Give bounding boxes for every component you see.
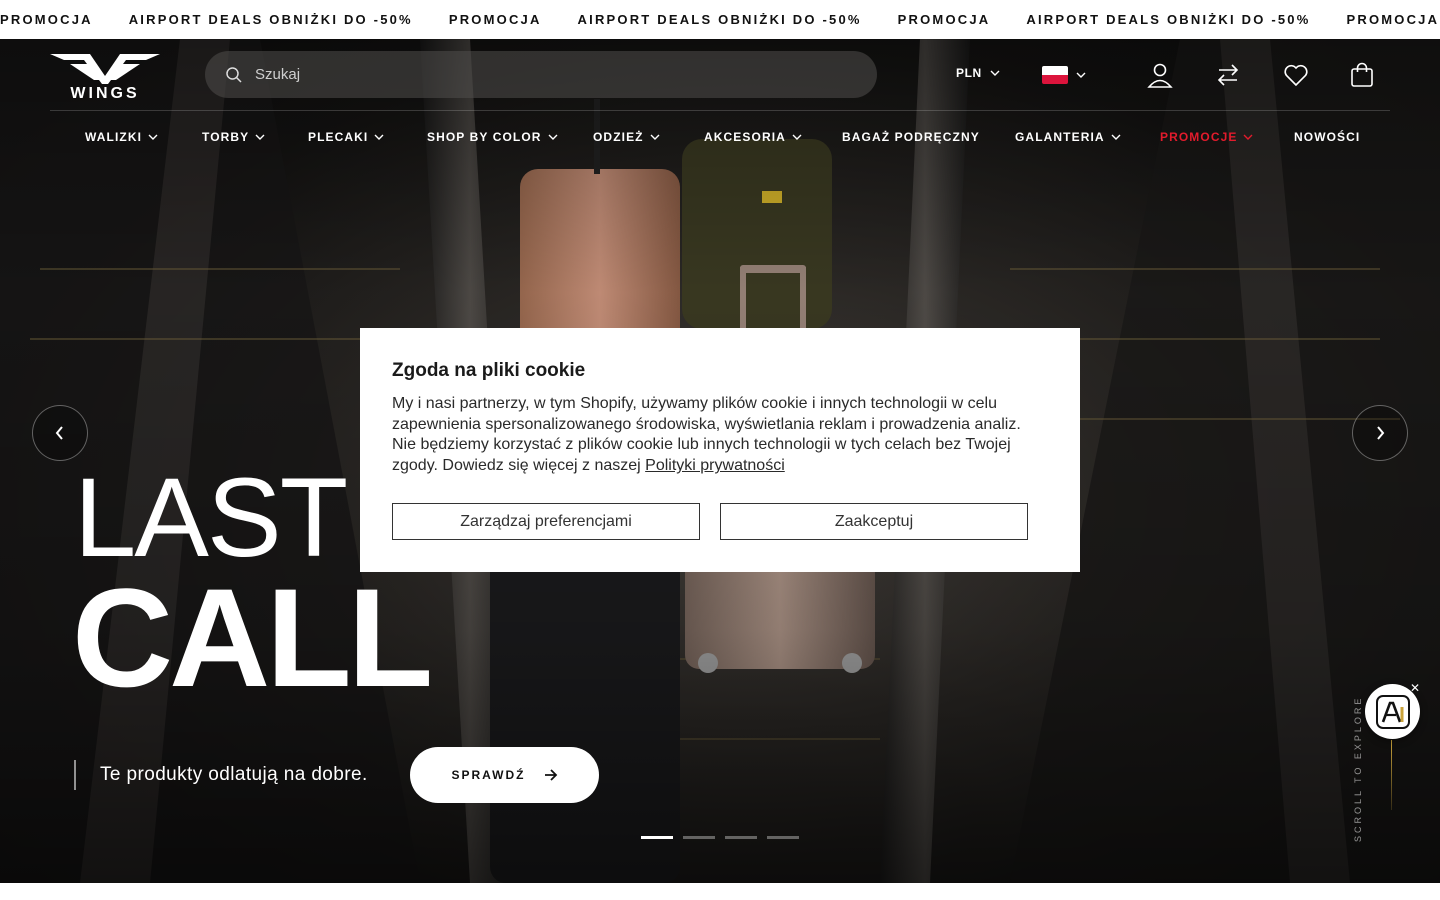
search-icon	[226, 66, 242, 83]
nav-item-label: PROMOCJE	[1160, 130, 1238, 144]
slider-dot[interactable]	[725, 836, 757, 839]
chevron-down-icon	[374, 134, 384, 140]
nav-item-6[interactable]: BAGAŻ PODRĘCZNY	[842, 130, 980, 144]
search-input[interactable]	[255, 66, 815, 83]
promo-ticker-track: PROMOCJA AIRPORT DEALS OBNIŻKI DO -50% PRO…	[0, 0, 1440, 39]
chevron-down-icon	[548, 134, 558, 140]
hero-tagline: Te produkty odlatują na dobre.	[100, 764, 368, 785]
promo-ticker-item: PROMOCJA	[1346, 12, 1440, 27]
nav-item-label: AKCESORIA	[704, 130, 786, 144]
ai-icon	[1375, 694, 1410, 729]
chevron-down-icon	[650, 134, 660, 140]
chevron-down-icon	[1111, 134, 1121, 140]
nav-item-label: BAGAŻ PODRĘCZNY	[842, 130, 980, 144]
promo-ticker-item: PROMOCJA	[448, 12, 542, 27]
logo-text: WINGS	[70, 85, 139, 100]
promo-ticker-item: AIRPORT DEALS OBNIŻKI DO -50%	[128, 12, 413, 27]
ai-close-icon[interactable]: ✕	[1410, 682, 1422, 694]
scroll-hint-line	[1391, 740, 1392, 810]
slider-next-button[interactable]	[1352, 405, 1408, 461]
chevron-down-icon	[792, 134, 802, 140]
nav-item-2[interactable]: PLECAKI	[308, 130, 384, 144]
nav-item-label: TORBY	[202, 130, 250, 144]
promo-ticker-item: PROMOCJA	[897, 12, 991, 27]
chevron-down-icon	[990, 70, 1000, 76]
chevron-down-icon	[1076, 72, 1086, 78]
currency-label: PLN	[956, 66, 982, 80]
accept-cookies-button[interactable]: Zaakceptuj	[720, 503, 1028, 540]
cookie-title: Zgoda na pliki cookie	[392, 360, 586, 381]
heart-icon[interactable]	[1283, 62, 1309, 88]
slider-dot[interactable]	[767, 836, 799, 839]
manage-preferences-button[interactable]: Zarządzaj preferencjami	[392, 503, 700, 540]
promo-ticker-item: PROMOCJA	[0, 12, 93, 27]
tagline-divider	[74, 760, 76, 790]
cart-icon[interactable]	[1349, 62, 1375, 88]
chevron-down-icon	[1243, 134, 1253, 140]
promo-ticker-item: AIRPORT DEALS OBNIŻKI DO -50%	[1026, 12, 1311, 27]
chevron-left-icon	[55, 426, 63, 440]
nav-item-label: GALANTERIA	[1015, 130, 1105, 144]
nav-item-0[interactable]: WALIZKI	[85, 130, 158, 144]
nav-item-1[interactable]: TORBY	[202, 130, 265, 144]
search-bar[interactable]	[205, 51, 877, 98]
nav-item-label: NOWOŚCI	[1294, 130, 1361, 144]
nav-item-label: SHOP BY COLOR	[427, 130, 542, 144]
nav-item-7[interactable]: GALANTERIA	[1015, 130, 1121, 144]
slider-prev-button[interactable]	[32, 405, 88, 461]
nav-item-label: PLECAKI	[308, 130, 369, 144]
nav-item-4[interactable]: ODZIEŻ	[593, 130, 660, 144]
header-divider	[50, 110, 1390, 111]
nav-item-8[interactable]: PROMOCJE	[1160, 130, 1253, 144]
slider-dot[interactable]	[641, 836, 673, 839]
slider-dot[interactable]	[683, 836, 715, 839]
nav-item-9[interactable]: NOWOŚCI	[1294, 130, 1360, 144]
scroll-hint: SCROLL TO EXPLORE	[1353, 695, 1363, 842]
slider-pagination	[641, 836, 799, 839]
cookie-buttons: Zarządzaj preferencjami Zaakceptuj	[392, 503, 1028, 540]
cookie-text: My i nasi partnerzy, w tym Shopify, używ…	[392, 394, 1048, 477]
hero-title-line1: LAST	[74, 455, 348, 580]
arrow-right-icon	[544, 769, 557, 781]
currency-selector[interactable]: PLN	[956, 66, 1000, 80]
check-button-label: SPRAWDŹ	[451, 768, 526, 782]
chevron-right-icon	[1377, 426, 1385, 440]
check-button[interactable]: SPRAWDŹ	[410, 747, 599, 803]
hero-title-line2: CALL	[72, 559, 433, 716]
wings-logo[interactable]: WINGS	[50, 52, 160, 100]
nav-item-label: WALIZKI	[85, 130, 143, 144]
chevron-down-icon	[255, 134, 265, 140]
promo-ticker-item: AIRPORT DEALS OBNIŻKI DO -50%	[577, 12, 862, 27]
nav-item-3[interactable]: SHOP BY COLOR	[427, 130, 558, 144]
privacy-policy-link[interactable]: Polityki prywatności	[645, 457, 785, 474]
chevron-down-icon	[148, 134, 158, 140]
nav-item-5[interactable]: AKCESORIA	[704, 130, 802, 144]
compare-icon[interactable]	[1215, 62, 1241, 88]
main-nav: WALIZKI TORBY PLECAKI SHOP BY COLOR ODZIEŻ AK…	[0, 130, 1440, 150]
nav-item-label: ODZIEŻ	[593, 130, 644, 144]
promo-ticker: PROMOCJA AIRPORT DEALS OBNIŻKI DO -50% PRO…	[0, 0, 1440, 39]
language-selector[interactable]	[1042, 66, 1086, 84]
user-icon[interactable]	[1147, 62, 1173, 88]
poland-flag-icon	[1042, 66, 1068, 84]
cookie-consent-dialog: Zgoda na pliki cookie My i nasi partnerz…	[360, 328, 1080, 572]
